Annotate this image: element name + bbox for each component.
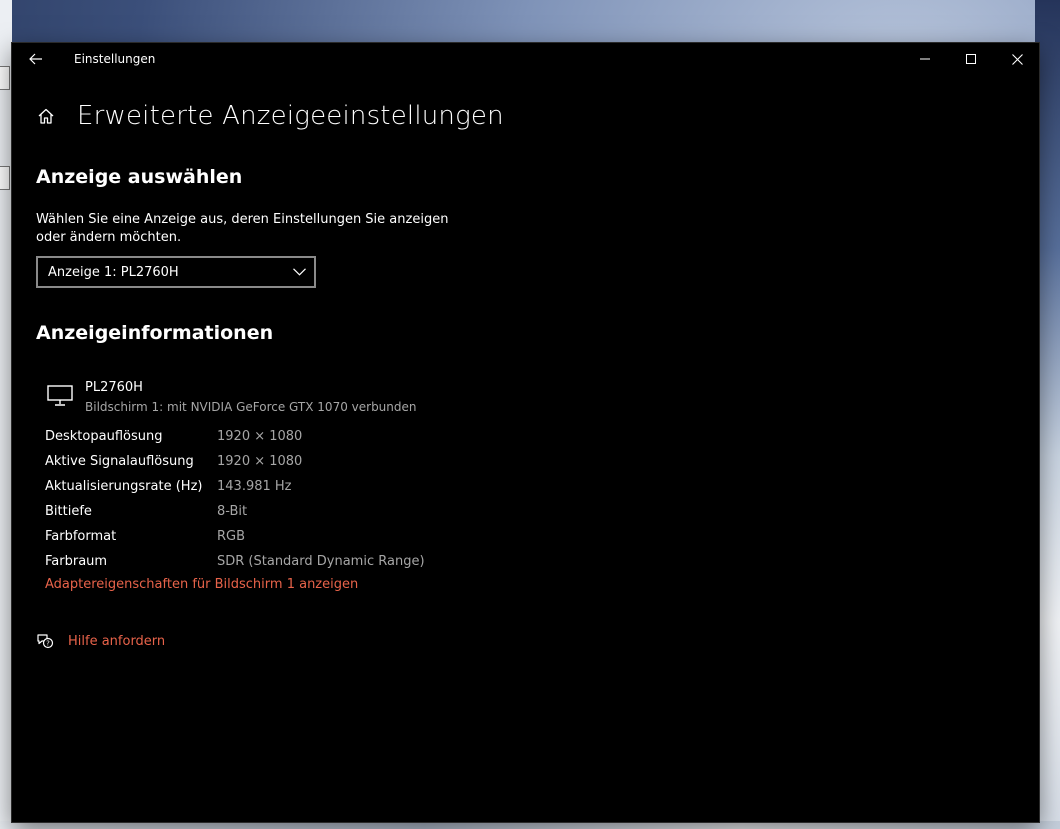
home-icon (38, 108, 54, 124)
minimize-button[interactable] (902, 43, 948, 75)
info-label: Aktive Signalauflösung (45, 454, 194, 469)
window-title: Einstellungen (74, 52, 156, 66)
info-value: 1920 × 1080 (217, 454, 303, 469)
minimize-icon (920, 58, 930, 60)
info-row: Desktopauflösung 1920 × 1080 (45, 424, 425, 449)
back-button[interactable] (22, 47, 50, 71)
wallpaper (0, 821, 1060, 829)
get-help-link[interactable]: Hilfe anfordern (68, 634, 165, 649)
info-label: Desktopauflösung (45, 429, 163, 444)
close-button[interactable] (994, 43, 1040, 75)
info-row: Aktive Signalauflösung 1920 × 1080 (45, 449, 425, 474)
info-label: Aktualisierungsrate (Hz) (45, 479, 203, 494)
maximize-icon (966, 54, 976, 64)
help-chat-icon: ? (37, 634, 54, 649)
select-display-description: Wählen Sie eine Anzeige aus, deren Einst… (36, 212, 449, 245)
chevron-down-icon (292, 265, 306, 279)
info-row: Aktualisierungsrate (Hz) 143.981 Hz (45, 474, 425, 499)
info-value: 8-Bit (217, 504, 248, 519)
monitor-icon (47, 385, 73, 406)
display-select-value: Anzeige 1: PL2760H (48, 264, 179, 280)
monitor-name: PL2760H (85, 380, 143, 395)
section-heading-select-display: Anzeige auswählen (36, 166, 243, 188)
section-heading-display-info: Anzeigeinformationen (36, 322, 274, 344)
help-row[interactable]: ? Hilfe anfordern (36, 632, 165, 650)
info-value: SDR (Standard Dynamic Range) (217, 554, 425, 569)
desktop-shortcut-icon[interactable] (0, 166, 10, 190)
desktop-shortcut-icon[interactable] (0, 66, 10, 90)
svg-text:?: ? (46, 640, 50, 648)
info-value: RGB (217, 529, 246, 544)
monitor-connection: Bildschirm 1: mit NVIDIA GeForce GTX 107… (85, 400, 417, 414)
maximize-button[interactable] (948, 43, 994, 75)
page-title: Erweiterte Anzeigeeinstellungen (77, 101, 504, 131)
info-label: Bittiefe (45, 504, 92, 519)
adapter-properties-link[interactable]: Adaptereigenschaften für Bildschirm 1 an… (45, 577, 358, 592)
info-value: 143.981 Hz (217, 479, 292, 494)
display-info-table: Desktopauflösung 1920 × 1080 Aktive Sign… (45, 424, 425, 574)
back-arrow-icon (29, 53, 42, 65)
settings-content: Erweiterte Anzeigeeinstellungen Anzeige … (36, 98, 1016, 649)
settings-window: Einstellungen Erweiterte Anzeigeeinstell (12, 43, 1039, 822)
info-value: 1920 × 1080 (217, 429, 303, 444)
page-header: Erweiterte Anzeigeeinstellungen (36, 98, 1016, 134)
info-label: Farbformat (45, 529, 117, 544)
close-icon (1011, 53, 1023, 65)
title-bar: Einstellungen (12, 43, 1039, 75)
info-label: Farbraum (45, 554, 108, 569)
desktop-strip (0, 0, 12, 829)
monitor-entry: PL2760H Bildschirm 1: mit NVIDIA GeForce… (47, 379, 417, 417)
display-select-dropdown[interactable]: Anzeige 1: PL2760H (36, 256, 316, 288)
home-button[interactable] (36, 106, 56, 126)
info-row: Farbraum SDR (Standard Dynamic Range) (45, 549, 425, 574)
info-row: Farbformat RGB (45, 524, 425, 549)
info-row: Bittiefe 8-Bit (45, 499, 425, 524)
